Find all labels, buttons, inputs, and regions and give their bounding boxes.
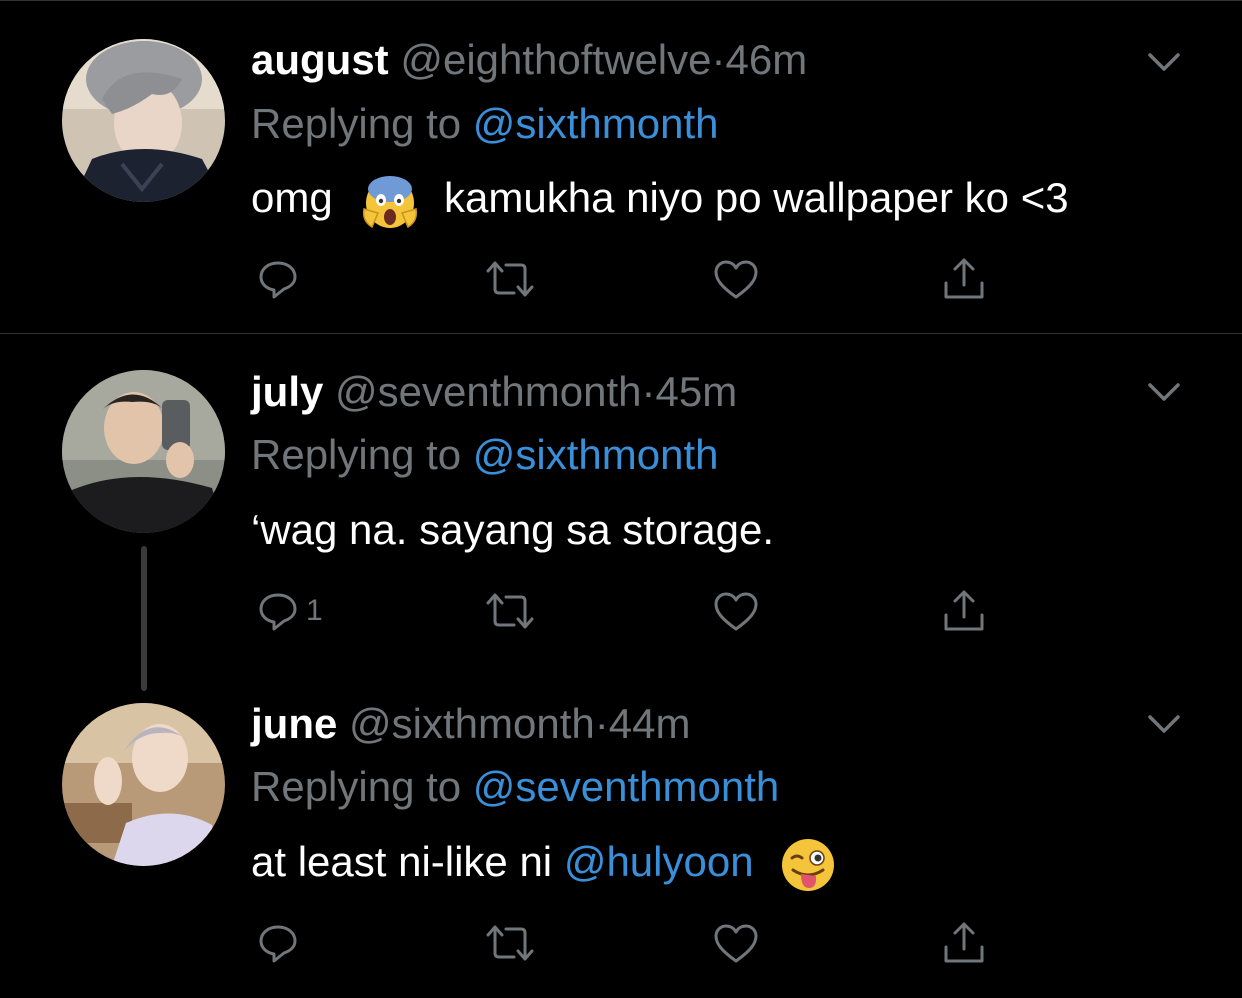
- tweet-text: at least ni-like ni @hulyoon: [251, 836, 837, 894]
- replying-to-link[interactable]: @sixthmonth: [473, 100, 719, 147]
- replying-prefix: Replying to: [251, 763, 473, 810]
- reply-button[interactable]: [256, 918, 300, 968]
- share-button[interactable]: [940, 254, 988, 304]
- like-icon: [714, 924, 758, 963]
- tweet-header: august @eighthoftwelve·46m: [251, 36, 807, 84]
- tweet-august[interactable]: august @eighthoftwelve·46m Replying to @…: [0, 0, 1242, 333]
- tweet-text-part: omg: [251, 174, 333, 221]
- replying-to-link[interactable]: @sixthmonth: [473, 431, 719, 478]
- tweet-june[interactable]: june @sixthmonth·44m Replying to @sevent…: [0, 668, 1242, 998]
- retweet-button[interactable]: [484, 586, 536, 636]
- reply-count: 1: [306, 594, 323, 627]
- retweet-button[interactable]: [484, 918, 536, 968]
- tweet-header: july @seventhmonth·45m: [251, 368, 737, 416]
- display-name[interactable]: july: [251, 368, 323, 415]
- screaming-face-icon: [363, 175, 418, 228]
- replying-prefix: Replying to: [251, 431, 473, 478]
- mention-link[interactable]: @hulyoon: [564, 838, 754, 885]
- replying-prefix: Replying to: [251, 100, 473, 147]
- like-button[interactable]: [712, 586, 760, 636]
- avatar[interactable]: [62, 39, 225, 202]
- tweet-july[interactable]: july @seventhmonth·45m Replying to @sixt…: [0, 334, 1242, 694]
- replying-to: Replying to @sixthmonth: [251, 100, 719, 148]
- reply-button[interactable]: [256, 254, 300, 304]
- like-button[interactable]: [712, 918, 760, 968]
- tweet-text-part: kamukha niyo po wallpaper ko <3: [444, 174, 1069, 221]
- reply-icon: [259, 261, 297, 299]
- replying-to: Replying to @seventhmonth: [251, 763, 779, 811]
- timestamp[interactable]: 45m: [656, 368, 738, 415]
- share-icon: [944, 590, 984, 631]
- share-button[interactable]: [940, 918, 988, 968]
- avatar[interactable]: [62, 703, 225, 866]
- like-icon: [714, 592, 758, 631]
- replying-to: Replying to @sixthmonth: [251, 431, 719, 479]
- winking-tongue-face-icon: [782, 839, 835, 891]
- retweet-icon: [486, 593, 534, 629]
- chevron-down-icon[interactable]: [1144, 710, 1184, 738]
- chevron-down-icon[interactable]: [1144, 48, 1184, 76]
- timestamp[interactable]: 46m: [726, 36, 808, 83]
- tweet-header: june @sixthmonth·44m: [251, 700, 690, 748]
- like-button[interactable]: [712, 254, 760, 304]
- like-icon: [714, 260, 758, 299]
- reply-icon: [259, 925, 297, 963]
- replying-to-link[interactable]: @seventhmonth: [473, 763, 779, 810]
- share-icon: [944, 922, 984, 963]
- handle[interactable]: @sixthmonth: [349, 700, 595, 747]
- separator: ·: [711, 36, 726, 83]
- tweet-text-part: at least ni-like ni: [251, 838, 564, 886]
- reply-icon: [259, 593, 297, 631]
- avatar[interactable]: [62, 370, 225, 533]
- tweet-text: omg kamukha niyo po wallpaper ko <3: [251, 172, 1069, 229]
- retweet-button[interactable]: [484, 254, 536, 304]
- handle[interactable]: @eighthoftwelve: [400, 36, 711, 83]
- timestamp[interactable]: 44m: [609, 700, 691, 747]
- share-icon: [944, 258, 984, 299]
- share-button[interactable]: [940, 586, 988, 636]
- retweet-icon: [486, 261, 534, 297]
- separator: ·: [641, 368, 656, 415]
- tweet-text: ‘wag na. sayang sa storage.: [251, 506, 774, 553]
- reply-button[interactable]: 1: [256, 586, 323, 636]
- handle[interactable]: @seventhmonth: [335, 368, 641, 415]
- retweet-icon: [486, 925, 534, 961]
- chevron-down-icon[interactable]: [1144, 378, 1184, 406]
- display-name[interactable]: june: [251, 700, 337, 747]
- display-name[interactable]: august: [251, 36, 389, 83]
- separator: ·: [594, 700, 609, 747]
